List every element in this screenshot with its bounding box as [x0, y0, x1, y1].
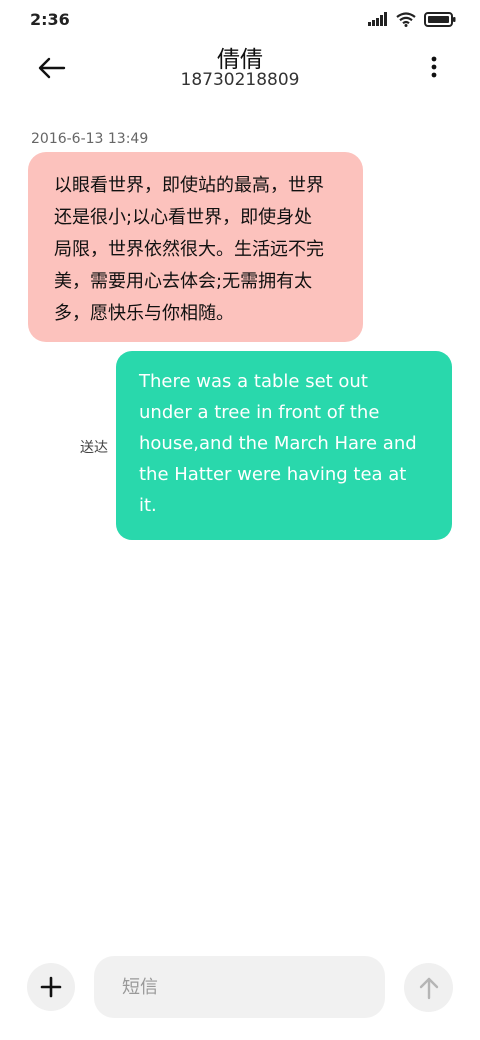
message-line: 局限，世界依然很大。生活远不完 [54, 239, 324, 260]
conversation-header: 倩倩 18730218809 [0, 36, 480, 106]
message-line: 美，需要用心去体会;无需拥有太 [54, 271, 313, 292]
status-bar: 2:36 [0, 0, 480, 36]
send-button[interactable] [404, 963, 453, 1012]
message-timestamp: 2016-6-13 13:49 [31, 131, 149, 147]
delivery-status: 送达 [80, 440, 108, 456]
add-attachment-button[interactable] [27, 963, 75, 1011]
more-vertical-icon [431, 56, 437, 78]
outgoing-message-bubble[interactable]: There was a table set out under a tree i… [116, 351, 452, 540]
sms-conversation-screen: 2:36 倩倩 18730218809 2016-6-13 13:49 以眼看世… [0, 0, 480, 1040]
message-line: There was a table set out [139, 371, 368, 392]
message-line: 多，愿快乐与你相随。 [54, 303, 234, 324]
arrow-up-icon [419, 977, 438, 999]
contact-number: 18730218809 [180, 70, 300, 90]
signal-icon [368, 12, 387, 26]
plus-icon [40, 976, 62, 998]
wifi-icon [396, 11, 416, 27]
more-options-button[interactable] [422, 52, 446, 82]
status-icons [368, 10, 456, 28]
message-line: house,and the March Hare and [139, 433, 417, 454]
message-line: 以眼看世界，即使站的最高，世界 [54, 175, 324, 196]
message-line: 还是很小;以心看世界，即使身处 [54, 207, 313, 228]
status-time: 2:36 [30, 10, 70, 29]
message-composer [0, 950, 480, 1030]
incoming-message-bubble[interactable]: 以眼看世界，即使站的最高，世界 还是很小;以心看世界，即使身处 局限，世界依然很… [28, 152, 363, 342]
message-input[interactable] [94, 956, 385, 1018]
battery-icon [424, 11, 456, 27]
message-line: it. [139, 495, 157, 516]
contact-name: 倩倩 [217, 47, 263, 73]
message-line: under a tree in front of the [139, 402, 380, 423]
message-line: the Hatter were having tea at [139, 464, 407, 485]
